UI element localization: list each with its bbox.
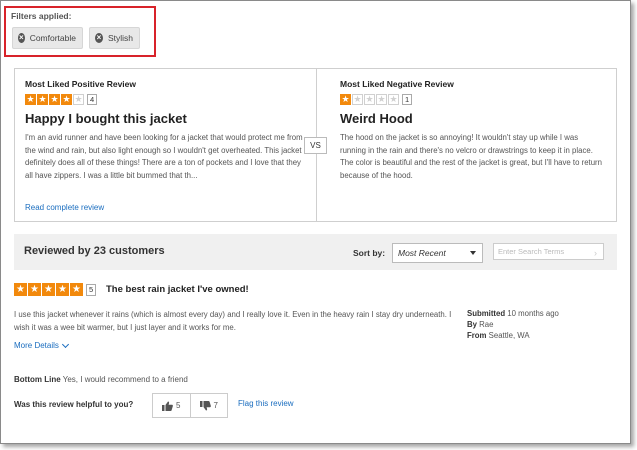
rating-count: 5 (86, 283, 97, 296)
thumbs-down-button[interactable]: 7 (189, 394, 228, 417)
remove-circle-icon[interactable]: × (18, 33, 25, 43)
positive-review-column: Most Liked Positive Review ★ ★ ★ ★ ★ 4 H… (15, 69, 315, 221)
rating-count: 1 (402, 94, 413, 105)
sort-select[interactable]: Most Recent (392, 243, 483, 263)
chevron-down-icon (61, 340, 69, 348)
filter-chip-label: Stylish (107, 33, 133, 43)
helpful-question: Was this review helpful to you? (14, 400, 134, 409)
star-icon: ★ (37, 94, 48, 105)
submitted-value: 10 months ago (507, 309, 559, 318)
upvote-count: 5 (176, 401, 181, 410)
star-icon: ★ (70, 283, 83, 296)
star-icon: ★ (25, 94, 36, 105)
chevron-right-icon[interactable]: › (594, 246, 597, 261)
thumbs-up-button[interactable]: 5 (153, 394, 190, 417)
author-location: Seattle, WA (488, 331, 530, 340)
review-panel-frame: Filters applied: × Comfortable × Stylish… (0, 0, 631, 444)
filter-chip-label: Comfortable (29, 33, 76, 43)
negative-rating-stars: ★ ★ ★ ★ ★ 1 (340, 94, 413, 105)
bottom-line: Bottom Line Yes, I would recommend to a … (14, 375, 188, 384)
bottom-line-value: Yes, I would recommend to a friend (62, 375, 188, 384)
more-details-label: More Details (14, 341, 59, 350)
positive-review-title: Happy I bought this jacket (25, 111, 187, 126)
from-label: From (467, 331, 487, 340)
negative-review-column: Most Liked Negative Review ★ ★ ★ ★ ★ 1 W… (316, 69, 616, 221)
read-complete-review-link[interactable]: Read complete review (25, 203, 104, 212)
reviews-toolbar: Reviewed by 23 customers Sort by: Most R… (14, 234, 617, 270)
star-empty-icon: ★ (364, 94, 375, 105)
caret-down-icon (470, 251, 476, 255)
review-meta: Submitted 10 months ago By Rae From Seat… (467, 308, 559, 341)
review-title: The best rain jacket I've owned! (106, 284, 249, 295)
review-body: I use this jacket whenever it rains (whi… (14, 310, 452, 332)
star-icon: ★ (340, 94, 351, 105)
star-empty-icon: ★ (376, 94, 387, 105)
search-reviews-input[interactable]: Enter Search Terms › (493, 243, 604, 260)
flag-review-link[interactable]: Flag this review (238, 399, 294, 408)
filter-chip-comfortable[interactable]: × Comfortable (12, 27, 83, 49)
downvote-count: 7 (213, 401, 218, 410)
top-reviews-panel: Most Liked Positive Review ★ ★ ★ ★ ★ 4 H… (14, 68, 617, 222)
positive-rating-stars: ★ ★ ★ ★ ★ 4 (25, 94, 98, 105)
positive-review-heading: Most Liked Positive Review (25, 79, 137, 89)
star-icon: ★ (14, 283, 27, 296)
star-icon: ★ (28, 283, 41, 296)
sort-select-value: Most Recent (398, 248, 446, 258)
negative-review-title: Weird Hood (340, 111, 413, 126)
star-icon: ★ (56, 283, 69, 296)
thumbs-down-icon (199, 400, 211, 410)
star-empty-icon: ★ (388, 94, 399, 105)
negative-review-heading: Most Liked Negative Review (340, 79, 454, 89)
more-details-toggle[interactable]: More Details (14, 340, 69, 350)
star-icon: ★ (49, 94, 60, 105)
vs-badge: VS (304, 137, 327, 154)
rating-count: 4 (87, 94, 98, 105)
thumbs-up-icon (162, 401, 173, 411)
star-empty-icon: ★ (352, 94, 363, 105)
submitted-label: Submitted (467, 309, 506, 318)
star-icon: ★ (61, 94, 72, 105)
reviews-count-title: Reviewed by 23 customers (24, 245, 165, 257)
sort-label: Sort by: (353, 248, 386, 258)
helpful-vote-group: 5 7 (152, 393, 228, 418)
positive-review-body: I'm an avid runner and have been looking… (25, 133, 303, 180)
star-icon: ★ (42, 283, 55, 296)
filter-chip-stylish[interactable]: × Stylish (89, 27, 140, 49)
bottom-line-label: Bottom Line (14, 375, 61, 384)
negative-review-body: The hood on the jacket is so annoying! I… (340, 133, 602, 180)
star-empty-icon: ★ (73, 94, 84, 105)
search-placeholder: Enter Search Terms (498, 247, 565, 256)
author-name: Rae (479, 320, 494, 329)
review-rating-stars: ★ ★ ★ ★ ★ 5 (14, 283, 97, 296)
remove-circle-icon[interactable]: × (95, 33, 103, 43)
filters-title: Filters applied: (11, 11, 72, 21)
by-label: By (467, 320, 477, 329)
